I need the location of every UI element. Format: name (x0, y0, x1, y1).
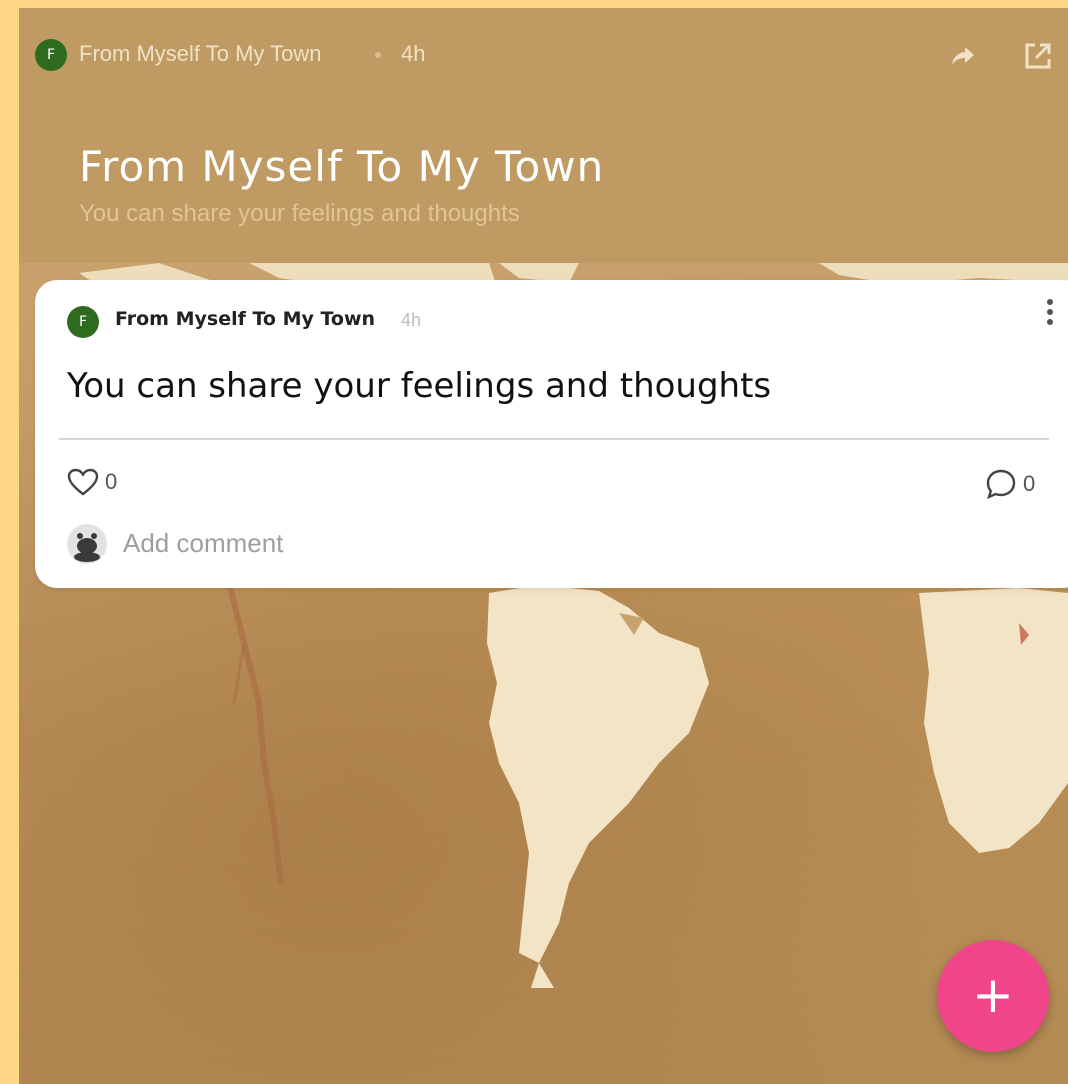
header-time: 4h (401, 41, 426, 66)
open-external-icon (1025, 43, 1051, 69)
heart-icon (67, 468, 99, 496)
post-body: You can share your feelings and thoughts (67, 366, 772, 406)
post-time: 4h (401, 310, 422, 330)
share-arrow-icon (952, 47, 974, 65)
open-external-button[interactable] (1018, 36, 1058, 76)
share-button[interactable] (943, 36, 983, 76)
comment-button[interactable]: 0 (985, 468, 1035, 500)
board-title: From Myself To My Town (79, 142, 605, 191)
post-author-avatar: F (67, 306, 99, 338)
post-divider (59, 438, 1049, 440)
more-vertical-icon (1047, 299, 1053, 325)
post-more-button[interactable] (1035, 294, 1065, 330)
comment-count: 0 (1023, 471, 1036, 496)
post-card[interactable]: F From Myself To My Town 4h You can shar… (35, 280, 1068, 588)
separator-dot (375, 52, 381, 58)
add-post-button[interactable]: + (937, 940, 1049, 1052)
post-author-name[interactable]: From Myself To My Town (115, 308, 375, 330)
author-avatar: F (35, 39, 67, 71)
comment-bubble-icon (986, 469, 1016, 500)
like-button[interactable]: 0 (67, 468, 117, 496)
like-count: 0 (105, 469, 118, 494)
board-header: F From Myself To My Town 4h (19, 8, 1068, 102)
padlet-board: F From Myself To My Town 4h From Myself … (19, 8, 1068, 1084)
user-avatar-icon (67, 524, 107, 564)
header-author-name[interactable]: From Myself To My Town (79, 41, 321, 67)
add-comment-input[interactable] (123, 528, 723, 559)
board-subtitle: You can share your feelings and thoughts (79, 200, 520, 227)
